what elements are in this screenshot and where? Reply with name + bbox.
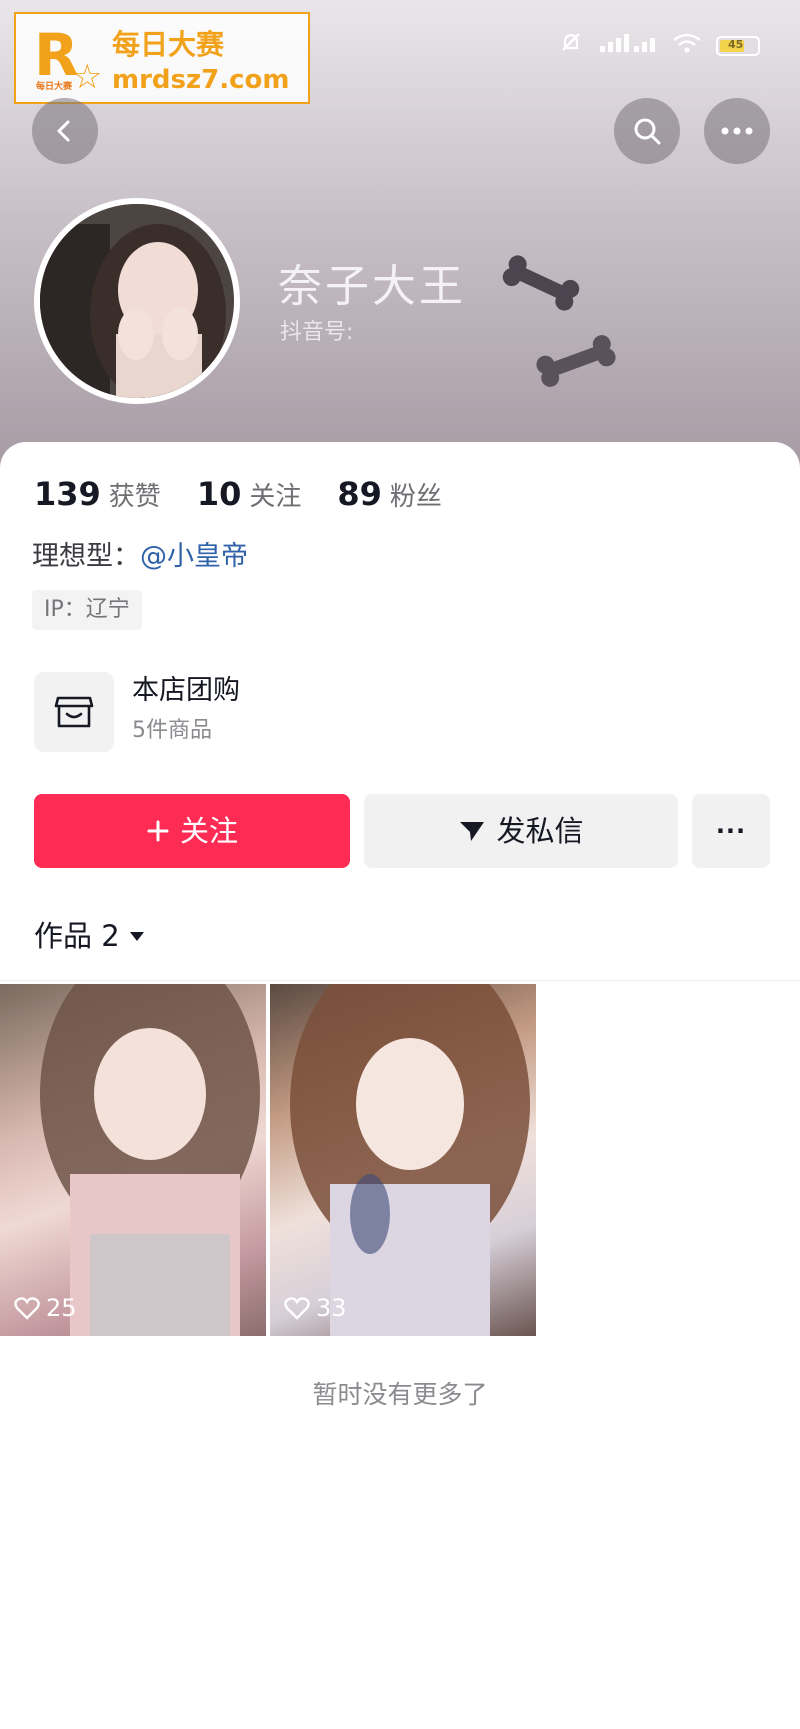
- stat-label: 关注: [249, 482, 302, 512]
- store-icon: [54, 696, 94, 728]
- bone-sticker-icon: [502, 255, 580, 311]
- profile-card: 139 获赞 10 关注 89 粉丝 理想型：@小皇帝 IP：辽宁 本店团购 5件商品…: [0, 442, 800, 1729]
- watermark: R 每日大赛 ☆ 每日大赛 mrdsz7.com: [14, 12, 310, 104]
- tab-works[interactable]: 作品 2: [34, 918, 146, 954]
- watermark-title: 每日大赛: [112, 28, 225, 61]
- more-actions-button[interactable]: ···: [692, 794, 770, 868]
- heart-icon: [14, 1297, 40, 1320]
- nickname: 奈子大王: [278, 261, 466, 312]
- profile-header: R 每日大赛 ☆ 每日大赛 mrdsz7.com 45 奈子大王 抖音号:: [0, 0, 800, 470]
- send-icon: [460, 822, 485, 841]
- tab-works-label: 作品 2: [34, 919, 120, 953]
- ip-location-tag: IP：辽宁: [32, 590, 142, 630]
- stat-likes[interactable]: 139 获赞: [34, 476, 161, 515]
- watermark-logo: R 每日大赛 ☆: [28, 24, 106, 96]
- more-horizontal-icon: [721, 127, 753, 135]
- douyin-id: 抖音号:: [280, 320, 354, 345]
- caret-down-icon: [129, 932, 144, 941]
- message-label: 发私信: [496, 814, 584, 848]
- store-subtitle: 5件商品: [132, 718, 212, 743]
- signal-icon: [598, 32, 658, 60]
- mention-link[interactable]: @小皇帝: [140, 541, 248, 572]
- like-count-value: 25: [46, 1294, 77, 1322]
- store-title[interactable]: 本店团购: [132, 674, 240, 708]
- stat-following[interactable]: 10 关注: [197, 476, 302, 515]
- like-count-value: 33: [316, 1294, 347, 1322]
- more-actions-label: ···: [715, 817, 747, 845]
- stat-value: 10: [196, 475, 242, 513]
- search-icon: [634, 118, 661, 145]
- status-bar: 45: [558, 30, 760, 62]
- avatar[interactable]: [34, 198, 240, 404]
- avatar-photo: [40, 204, 234, 398]
- battery-level: 45: [728, 38, 744, 51]
- mute-icon: [558, 30, 584, 62]
- wifi-icon: [672, 32, 702, 60]
- more-button[interactable]: [704, 98, 770, 164]
- video-thumbnail[interactable]: 33: [270, 984, 536, 1336]
- divider: [0, 980, 800, 981]
- stat-followers[interactable]: 89 粉丝: [337, 476, 442, 515]
- chevron-left-icon: [57, 120, 70, 142]
- heart-icon: [284, 1297, 310, 1320]
- battery-icon: 45: [716, 36, 760, 56]
- message-button[interactable]: 发私信: [364, 794, 678, 868]
- follow-label: 关注: [179, 814, 238, 848]
- stat-label: 获赞: [108, 482, 161, 512]
- star-icon: ☆: [72, 57, 103, 97]
- bio-ideal: 理想型：@小皇帝: [32, 540, 248, 574]
- bone-sticker-icon: [536, 335, 616, 387]
- stat-label: 粉丝: [389, 482, 442, 512]
- watermark-url: mrdsz7.com: [112, 65, 290, 95]
- stat-value: 139: [34, 475, 101, 513]
- search-button[interactable]: [614, 98, 680, 164]
- video-thumbnail[interactable]: 25: [0, 984, 266, 1336]
- video-thumbnail-image: [40, 984, 260, 1336]
- bio-label: 理想型：: [32, 541, 140, 572]
- like-count: 25: [14, 1294, 77, 1322]
- stats-row: 139 获赞 10 关注 89 粉丝: [34, 476, 442, 515]
- plus-icon: [147, 820, 169, 842]
- store-entry[interactable]: [34, 672, 114, 752]
- watermark-logo-small: 每日大赛: [36, 82, 73, 92]
- no-more-hint: 暂时没有更多了: [312, 1380, 488, 1409]
- like-count: 33: [284, 1294, 347, 1322]
- stat-value: 89: [337, 475, 382, 513]
- follow-button[interactable]: 关注: [34, 794, 350, 868]
- back-button[interactable]: [32, 98, 98, 164]
- video-thumbnail-image: [290, 984, 530, 1336]
